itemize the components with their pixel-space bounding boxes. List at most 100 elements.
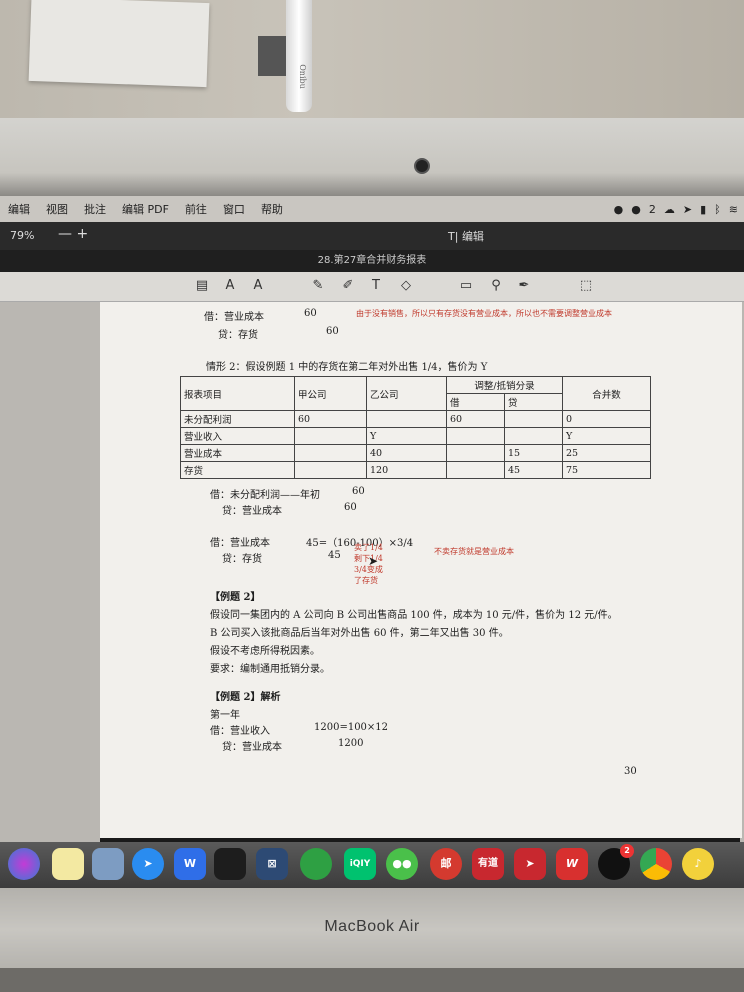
menu-help[interactable]: 帮助	[253, 201, 291, 217]
reader-icon[interactable]	[214, 848, 246, 880]
location-icon[interactable]: ➤	[683, 203, 692, 216]
menu-edit-pdf[interactable]: 编辑 PDF	[114, 201, 177, 217]
sidebar-icon[interactable]: ▮	[700, 203, 706, 216]
table-row: 营业收入 Y Y	[180, 427, 651, 445]
handwritten-1: 卖了1/4	[354, 543, 383, 552]
entry1a: 借：未分配利润——年初	[210, 490, 320, 501]
laptop-bezel	[0, 118, 744, 196]
th-debit: 借	[446, 393, 505, 411]
stamp-icon[interactable]: ⚲	[486, 278, 506, 296]
table-cell: Y	[562, 427, 651, 445]
pen-clip	[258, 36, 288, 76]
text-box-icon[interactable]: ▤	[192, 278, 212, 296]
year1-label: 第一年	[210, 710, 240, 721]
viewer-toolbar: 79% — + T| 编辑	[0, 222, 744, 250]
qq-badge: 2	[620, 844, 634, 858]
table-cell: 0	[562, 410, 651, 428]
table-cell	[446, 444, 505, 462]
entry2a: 借：营业成本	[210, 538, 270, 549]
zoom-out-button[interactable]: —	[58, 226, 72, 242]
th-item: 报表项目	[180, 376, 295, 411]
evernote-icon[interactable]	[300, 848, 332, 880]
table-cell	[294, 461, 367, 479]
strikethrough-icon[interactable]: A	[248, 278, 268, 296]
eraser-icon[interactable]: ✐	[338, 278, 358, 296]
menu-edit[interactable]: 编辑	[0, 201, 38, 217]
menu-window[interactable]: 窗口	[215, 201, 253, 217]
signature-icon[interactable]: ✒	[514, 278, 534, 296]
wps-icon[interactable]: W	[174, 848, 206, 880]
annotation-toolbar: ▤ A A ✎ ✐ T ◇ ▭ ⚲ ✒ ⬚	[0, 272, 744, 302]
situation2-text: 情形 2：假设例题 1 中的存货在第二年对外出售 1/4，售价为 Y	[206, 362, 488, 373]
zoom-controls[interactable]: — +	[58, 226, 88, 242]
youdao-icon[interactable]: 有道	[472, 848, 504, 880]
chrome-icon[interactable]	[640, 848, 672, 880]
camera	[414, 158, 430, 174]
cloud-icon[interactable]: ☁	[664, 203, 675, 216]
zoom-in-button[interactable]: +	[76, 226, 88, 242]
comment-icon[interactable]: ▭	[456, 278, 476, 296]
example2-p4: 要求：编制通用抵销分录。	[210, 664, 330, 675]
example2-p2: B 公司买入该批商品后当年对外出售 60 件，第二年又出售 30 件。	[210, 628, 509, 639]
entry3b: 贷：营业成本	[222, 742, 282, 753]
menu-annotate[interactable]: 批注	[76, 201, 114, 217]
table-cell: 营业成本	[180, 444, 295, 462]
text-icon[interactable]: T	[366, 278, 386, 296]
laptop-brand: MacBook Air	[324, 918, 420, 935]
entry1b: 贷：营业成本	[222, 506, 282, 517]
wechat-status-icon[interactable]: ●	[614, 203, 624, 216]
shape-icon[interactable]: ◇	[396, 278, 416, 296]
table-cell	[294, 427, 367, 445]
music-icon[interactable]: ♪	[682, 848, 714, 880]
status-area: ● ● 2 ☁ ➤ ▮ ᛒ ≋	[614, 203, 744, 216]
entry2b: 贷：存货	[222, 554, 262, 565]
table-cell: 75	[562, 461, 651, 479]
pen-icon[interactable]: ✎	[308, 278, 328, 296]
qq-icon[interactable]: 2	[598, 844, 634, 880]
paper-note	[28, 0, 210, 88]
table-cell: 60	[294, 410, 367, 428]
feishu-icon[interactable]: ➤	[132, 848, 164, 880]
entry3b-value: 1200	[338, 738, 364, 749]
menu-go[interactable]: 前往	[177, 201, 215, 217]
table-cell	[446, 427, 505, 445]
table-cell: Y	[366, 427, 447, 445]
left-gutter	[0, 302, 100, 842]
preview-icon[interactable]	[92, 848, 124, 880]
annotation-note2: 不卖存货就是营业成本	[434, 547, 514, 556]
menu-bar: 编辑 视图 批注 编辑 PDF 前往 窗口 帮助 ● ● 2 ☁ ➤ ▮ ᛒ ≋	[0, 196, 744, 222]
th-credit: 贷	[504, 393, 563, 411]
doc-line2-label: 贷：存货	[218, 330, 258, 341]
iqiyi-icon[interactable]: iQIY	[344, 848, 376, 880]
page-number: 30	[624, 766, 637, 777]
crop-icon[interactable]: ⬚	[576, 278, 596, 296]
siri-icon[interactable]	[8, 848, 40, 880]
edit-label: 编辑	[461, 230, 484, 243]
menu-view[interactable]: 视图	[38, 201, 76, 217]
underline-icon[interactable]: A	[220, 278, 240, 296]
status-count: 2	[648, 202, 656, 216]
mail-icon[interactable]: 邮	[430, 848, 462, 880]
table-cell	[366, 410, 447, 428]
qq-status-icon[interactable]: ●	[631, 203, 641, 216]
notes-icon[interactable]	[52, 848, 84, 880]
zoom-level[interactable]: 79%	[10, 229, 34, 242]
entry2b-value: 45	[328, 550, 341, 561]
edit-button[interactable]: T| 编辑	[448, 228, 484, 244]
th-company-b: 乙公司	[366, 376, 447, 411]
table-row: 营业成本 40 15 25	[180, 444, 651, 462]
table-cell: 45	[504, 461, 563, 479]
pdf-page: 借：营业成本 60 贷：存货 60 由于没有销售，所以只有存货没有营业成本，所以…	[100, 302, 742, 838]
wechat-icon[interactable]: ●●	[386, 848, 418, 880]
wps-pdf-icon[interactable]: W	[556, 848, 588, 880]
annotation-note1: 由于没有销售，所以只有存货没有营业成本，所以也不需要调整营业成本	[356, 309, 612, 318]
bluetooth-icon[interactable]: ᛒ	[714, 203, 721, 216]
handwritten-4: 了存货	[354, 576, 378, 585]
th-consolidated: 合并数	[562, 376, 651, 411]
table-cell: 存货	[180, 461, 295, 479]
doc-line1-value: 60	[304, 308, 317, 319]
table-cell	[294, 444, 367, 462]
kindle-icon[interactable]: ⊠	[256, 848, 288, 880]
infuse-icon[interactable]: ➤	[514, 848, 546, 880]
wifi-icon[interactable]: ≋	[729, 203, 738, 216]
